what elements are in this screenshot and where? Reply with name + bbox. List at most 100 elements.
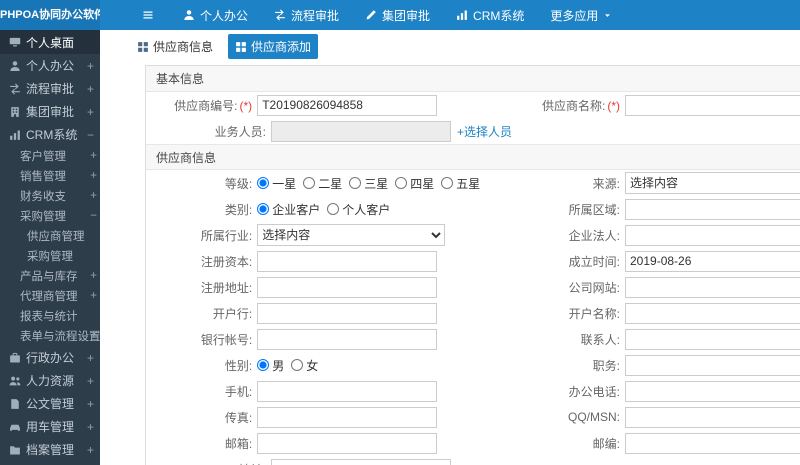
- sidebar-item-2[interactable]: 流程审批 +: [0, 77, 100, 100]
- sidebar-item-12[interactable]: 代理商管理 +: [0, 286, 100, 306]
- sidebar-item-16[interactable]: 人力资源 +: [0, 369, 100, 392]
- radio-option[interactable]: 女: [291, 357, 318, 374]
- radio-input[interactable]: [395, 177, 408, 189]
- expand-toggle-icon[interactable]: +: [90, 150, 97, 162]
- expand-toggle-icon[interactable]: +: [90, 330, 97, 342]
- field-label-text: 手机:: [224, 384, 253, 399]
- sidebar-item-6[interactable]: 销售管理 +: [0, 166, 100, 186]
- radio-option[interactable]: 男: [257, 357, 284, 374]
- radio-input[interactable]: [257, 203, 270, 215]
- text-input[interactable]: [271, 458, 451, 465]
- field-wrap: [266, 458, 581, 465]
- field-label-text: 联系人:: [580, 332, 620, 347]
- radio-input[interactable]: [303, 177, 316, 189]
- text-input[interactable]: [625, 302, 800, 324]
- expand-toggle-icon[interactable]: +: [87, 82, 94, 96]
- radio-input[interactable]: [349, 177, 362, 189]
- text-input[interactable]: [625, 432, 800, 454]
- text-input[interactable]: [257, 406, 438, 428]
- tab-label: 供应商信息: [153, 40, 214, 54]
- text-input[interactable]: [257, 380, 438, 402]
- text-input[interactable]: [271, 120, 451, 142]
- expand-toggle-icon[interactable]: +: [87, 397, 94, 411]
- sidebar-item-9[interactable]: 供应商管理: [0, 226, 100, 246]
- topnav-item-4[interactable]: 更多应用: [537, 0, 625, 30]
- radio-option[interactable]: 三星: [349, 175, 388, 192]
- expand-toggle-icon[interactable]: +: [87, 105, 94, 119]
- topnav-item-0[interactable]: 个人办公: [170, 0, 261, 30]
- form-row: 手机: 办公电话:: [146, 378, 800, 404]
- radio-input[interactable]: [257, 359, 270, 371]
- text-input[interactable]: [257, 94, 438, 116]
- text-input[interactable]: [625, 380, 800, 402]
- text-input[interactable]: [257, 432, 438, 454]
- expand-toggle-icon[interactable]: +: [90, 170, 97, 182]
- expand-toggle-icon[interactable]: +: [87, 351, 94, 365]
- expand-toggle-icon[interactable]: +: [87, 59, 94, 73]
- sidebar-item-14[interactable]: 表单与流程设置 +: [0, 326, 100, 346]
- text-input[interactable]: [257, 276, 438, 298]
- sidebar-item-19[interactable]: 档案管理 +: [0, 438, 100, 461]
- form-row: 等级: 一星 二星 三星 四星 五星 来源: 选择内容: [146, 170, 800, 196]
- text-input[interactable]: [625, 354, 800, 376]
- radio-option[interactable]: 五星: [441, 175, 480, 192]
- expand-toggle-icon[interactable]: −: [90, 210, 97, 222]
- sidebar-item-4[interactable]: CRM系统 −: [0, 123, 100, 146]
- sidebar-item-1[interactable]: 个人办公 +: [0, 54, 100, 77]
- radio-option[interactable]: 二星: [303, 175, 342, 192]
- select-field[interactable]: 选择内容: [625, 172, 800, 194]
- briefcase-icon: [9, 352, 21, 364]
- sidebar-item-3[interactable]: 集团审批 +: [0, 100, 100, 123]
- field-label-text: 邮箱:: [224, 436, 253, 451]
- sidebar-item-8[interactable]: 采购管理 −: [0, 206, 100, 226]
- flow-icon: [274, 9, 286, 21]
- text-input[interactable]: [625, 94, 800, 116]
- text-input[interactable]: [257, 250, 438, 272]
- text-input[interactable]: [625, 198, 800, 220]
- expand-toggle-icon[interactable]: +: [90, 190, 97, 202]
- radio-input[interactable]: [441, 177, 454, 189]
- radio-input[interactable]: [291, 359, 304, 371]
- expand-toggle-icon[interactable]: −: [87, 128, 94, 142]
- text-input[interactable]: [625, 276, 800, 298]
- field-wrap: [620, 198, 800, 220]
- field-label: 所属行业:: [146, 227, 252, 244]
- sidebar-item-0[interactable]: 个人桌面: [0, 30, 100, 54]
- sidebar-item-5[interactable]: 客户管理 +: [0, 146, 100, 166]
- sidebar-item-10[interactable]: 采购管理: [0, 246, 100, 266]
- expand-toggle-icon[interactable]: +: [90, 290, 97, 302]
- text-input[interactable]: [257, 328, 438, 350]
- topnav-item-3[interactable]: CRM系统: [443, 0, 537, 30]
- radio-input[interactable]: [257, 177, 270, 189]
- radio-option[interactable]: 四星: [395, 175, 434, 192]
- tab-supplier-add[interactable]: 供应商添加: [228, 34, 319, 59]
- text-input[interactable]: [625, 250, 800, 272]
- text-input[interactable]: [257, 302, 438, 324]
- text-input[interactable]: [625, 406, 800, 428]
- radio-option[interactable]: 企业客户: [257, 201, 320, 218]
- radio-option[interactable]: 一星: [257, 175, 296, 192]
- menu-toggle-button[interactable]: [142, 9, 154, 21]
- caret-icon: [603, 11, 612, 20]
- sidebar: 个人桌面 个人办公 + 流程审批 + 集团审批 + CRM系统 − 客户管理 + 销售管理 + 财务收支 +…: [0, 30, 100, 465]
- topnav-item-1[interactable]: 流程审批: [261, 0, 352, 30]
- sidebar-item-18[interactable]: 用车管理 +: [0, 415, 100, 438]
- field-label: 公司网站:: [532, 279, 620, 296]
- tab-supplier-info[interactable]: 供应商信息: [130, 34, 220, 59]
- text-input[interactable]: [625, 328, 800, 350]
- text-input[interactable]: [625, 224, 800, 246]
- sidebar-item-13[interactable]: 报表与统计: [0, 306, 100, 326]
- expand-toggle-icon[interactable]: +: [87, 443, 94, 457]
- radio-option[interactable]: 个人客户: [327, 201, 390, 218]
- sidebar-item-15[interactable]: 行政办公 +: [0, 346, 100, 369]
- radio-input[interactable]: [327, 203, 340, 215]
- expand-toggle-icon[interactable]: +: [90, 270, 97, 282]
- topnav-item-2[interactable]: 集团审批: [352, 0, 443, 30]
- sidebar-item-7[interactable]: 财务收支 +: [0, 186, 100, 206]
- select-field[interactable]: 选择内容: [257, 224, 446, 246]
- sidebar-item-17[interactable]: 公文管理 +: [0, 392, 100, 415]
- expand-toggle-icon[interactable]: +: [87, 420, 94, 434]
- sidebar-item-11[interactable]: 产品与库存 +: [0, 266, 100, 286]
- choose-person-link[interactable]: +选择人员: [457, 123, 512, 140]
- expand-toggle-icon[interactable]: +: [87, 374, 94, 388]
